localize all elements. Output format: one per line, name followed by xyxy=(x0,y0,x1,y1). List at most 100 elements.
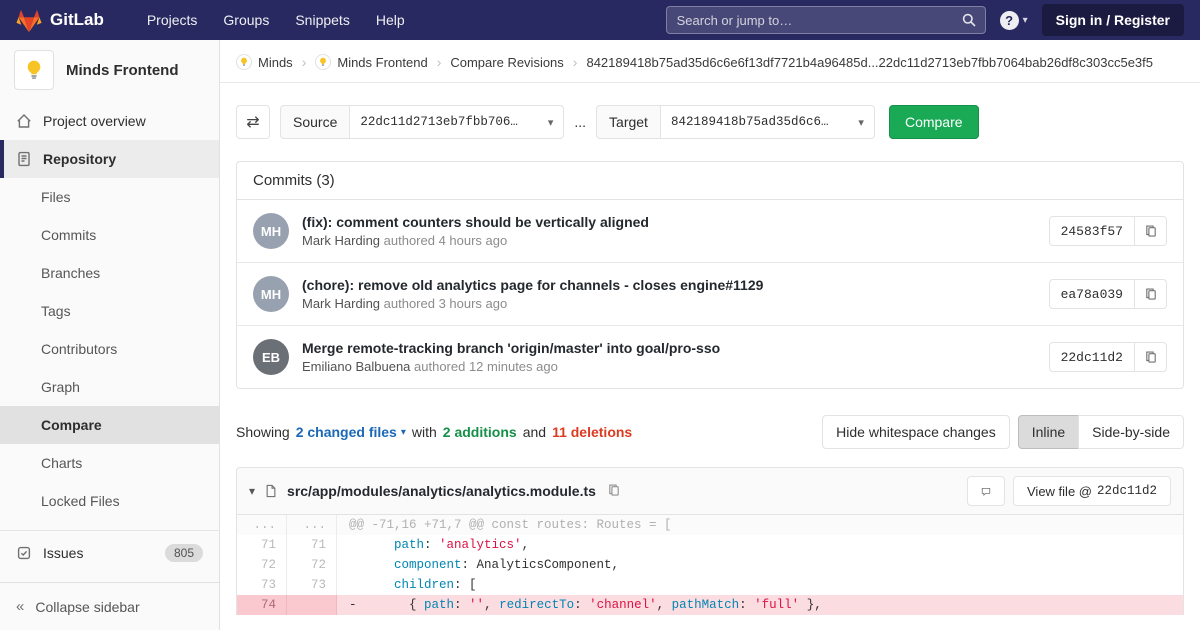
commit-sha-link[interactable]: 24583f57 xyxy=(1049,216,1135,246)
sidebar-item-files[interactable]: Files xyxy=(0,178,219,216)
breadcrumb-item-1[interactable]: Minds xyxy=(236,54,293,70)
copy-sha-button[interactable] xyxy=(1135,279,1167,309)
collapse-sidebar-button[interactable]: « Collapse sidebar xyxy=(0,582,219,630)
sidebar-item-project-overview[interactable]: Project overview xyxy=(0,102,219,140)
breadcrumb-avatar-icon xyxy=(236,54,252,70)
sidebar-item-label: Compare xyxy=(41,417,102,433)
with-label: with xyxy=(412,424,437,440)
swap-revisions-button[interactable]: ⇄ xyxy=(236,105,270,139)
diff-line-code: children: [ xyxy=(337,575,1183,595)
sidebar-item-charts[interactable]: Charts xyxy=(0,444,219,482)
commit-title-link[interactable]: Merge remote-tracking branch 'origin/mas… xyxy=(302,340,1049,356)
commit-row: MH(fix): comment counters should be vert… xyxy=(237,200,1183,263)
diff-line-context: 7272 component: AnalyticsComponent, xyxy=(237,555,1183,575)
sidebar-item-issues[interactable]: Issues805 xyxy=(0,530,219,574)
project-avatar[interactable] xyxy=(14,50,54,90)
source-value: 22dc11d2713eb7fbb706… xyxy=(360,115,518,129)
commit-sha-link[interactable]: ea78a039 xyxy=(1049,279,1135,309)
sidebar-item-compare[interactable]: Compare xyxy=(0,406,219,444)
breadcrumb-label: Compare Revisions xyxy=(450,55,563,70)
sidebar-item-commits[interactable]: Commits xyxy=(0,216,219,254)
sidebar-item-label: Branches xyxy=(41,265,100,281)
old-line-number[interactable]: 74 xyxy=(237,595,287,615)
toggle-comments-button[interactable] xyxy=(967,476,1005,506)
target-branch-dropdown[interactable]: 842189418b75ad35d6c6… ▾ xyxy=(660,105,875,139)
search-input[interactable] xyxy=(667,13,985,28)
target-label: Target xyxy=(596,105,660,139)
diff-line-match: ......@@ -71,16 +71,7 @@ const routes: R… xyxy=(237,515,1183,535)
copy-sha-button[interactable] xyxy=(1135,216,1167,246)
hide-whitespace-button[interactable]: Hide whitespace changes xyxy=(822,415,1010,449)
breadcrumb-avatar-icon xyxy=(315,54,331,70)
side-by-side-view-button[interactable]: Side-by-side xyxy=(1078,415,1184,449)
breadcrumb-item-2[interactable]: Minds Frontend xyxy=(315,54,427,70)
diff-line-removed: 74 - { path: '', redirectTo: 'channel', p… xyxy=(237,595,1183,615)
nav-item-help[interactable]: Help xyxy=(363,0,418,40)
diff-line-code: @@ -71,16 +71,7 @@ const routes: Routes … xyxy=(337,515,1183,535)
old-line-number[interactable]: 73 xyxy=(237,575,287,595)
breadcrumb-label: 842189418b75ad35d6c6e6f13df7721b4a96485d… xyxy=(586,55,1153,70)
new-line-number[interactable]: 72 xyxy=(287,555,337,575)
sidebar-item-label: Tags xyxy=(41,303,71,319)
global-search[interactable] xyxy=(666,6,986,34)
new-line-number[interactable] xyxy=(287,595,337,615)
commit-author-link[interactable]: Emiliano Balbuena xyxy=(302,359,410,374)
sidebar-item-branches[interactable]: Branches xyxy=(0,254,219,292)
commit-meta: Mark Harding authored 4 hours ago xyxy=(302,233,1049,248)
new-line-number[interactable]: 73 xyxy=(287,575,337,595)
commit-sha-link[interactable]: 22dc11d2 xyxy=(1049,342,1135,372)
commit-authored-time: authored 4 hours ago xyxy=(380,233,507,248)
view-file-button[interactable]: View file @ 22dc11d2 xyxy=(1013,476,1171,506)
commit-meta: Emiliano Balbuena authored 12 minutes ag… xyxy=(302,359,1049,374)
compare-button[interactable]: Compare xyxy=(889,105,979,139)
commit-title-link[interactable]: (chore): remove old analytics page for c… xyxy=(302,277,1049,293)
sidebar-item-label: Charts xyxy=(41,455,82,471)
copy-path-button[interactable] xyxy=(605,481,623,502)
commit-row: MH(chore): remove old analytics page for… xyxy=(237,263,1183,326)
commit-sha-group: 24583f57 xyxy=(1049,216,1167,246)
old-line-number[interactable]: 72 xyxy=(237,555,287,575)
gitlab-logo[interactable]: GitLab xyxy=(16,8,104,33)
chevron-down-icon: ▾ xyxy=(548,116,554,129)
source-branch-dropdown[interactable]: 22dc11d2713eb7fbb706… ▾ xyxy=(349,105,564,139)
help-icon: ? xyxy=(1000,11,1019,30)
commit-sha-group: ea78a039 xyxy=(1049,279,1167,309)
sidebar-item-repository[interactable]: Repository xyxy=(0,140,219,178)
nav-item-snippets[interactable]: Snippets xyxy=(282,0,362,40)
sidebar-item-locked-files[interactable]: Locked Files xyxy=(0,482,219,520)
sidebar-item-graph[interactable]: Graph xyxy=(0,368,219,406)
breadcrumb-label: Minds xyxy=(258,55,293,70)
commit-author-link[interactable]: Mark Harding xyxy=(302,296,380,311)
copy-sha-button[interactable] xyxy=(1135,342,1167,372)
breadcrumb-item-3[interactable]: Compare Revisions xyxy=(450,55,563,70)
sign-in-button[interactable]: Sign in / Register xyxy=(1042,4,1184,36)
nav-item-groups[interactable]: Groups xyxy=(210,0,282,40)
chevron-down-icon: ▾ xyxy=(1023,15,1028,26)
commit-author-link[interactable]: Mark Harding xyxy=(302,233,380,248)
issues-count-badge: 805 xyxy=(165,544,203,562)
main-content: Minds›Minds Frontend›Compare Revisions›8… xyxy=(220,40,1200,615)
commit-title-link[interactable]: (fix): comment counters should be vertic… xyxy=(302,214,1049,230)
project-title[interactable]: Minds Frontend xyxy=(66,62,179,79)
diff-stats-bar: Showing 2 changed files ▾ with 2 additio… xyxy=(220,389,1200,467)
gitlab-wordmark: GitLab xyxy=(50,10,104,30)
old-line-number: ... xyxy=(237,515,287,535)
nav-item-projects[interactable]: Projects xyxy=(134,0,211,40)
view-file-sha: 22dc11d2 xyxy=(1097,484,1157,498)
old-line-number[interactable]: 71 xyxy=(237,535,287,555)
source-group: Source 22dc11d2713eb7fbb706… ▾ xyxy=(280,105,564,139)
sidebar-item-label: Repository xyxy=(43,151,116,167)
changed-files-dropdown[interactable]: 2 changed files ▾ xyxy=(296,424,406,440)
file-icon xyxy=(264,484,278,498)
help-menu[interactable]: ? ▾ xyxy=(1000,11,1028,30)
inline-view-button[interactable]: Inline xyxy=(1018,415,1079,449)
diff-line-code: - { path: '', redirectTo: 'channel', pat… xyxy=(337,595,1183,615)
changed-files-count: 2 changed files xyxy=(296,424,397,440)
new-line-number: ... xyxy=(287,515,337,535)
sidebar-item-contributors[interactable]: Contributors xyxy=(0,330,219,368)
file-path-link[interactable]: src/app/modules/analytics/analytics.modu… xyxy=(287,483,596,499)
sidebar-item-tags[interactable]: Tags xyxy=(0,292,219,330)
collapse-diff-caret[interactable]: ▾ xyxy=(249,484,255,498)
new-line-number[interactable]: 71 xyxy=(287,535,337,555)
diff-line-code: component: AnalyticsComponent, xyxy=(337,555,1183,575)
